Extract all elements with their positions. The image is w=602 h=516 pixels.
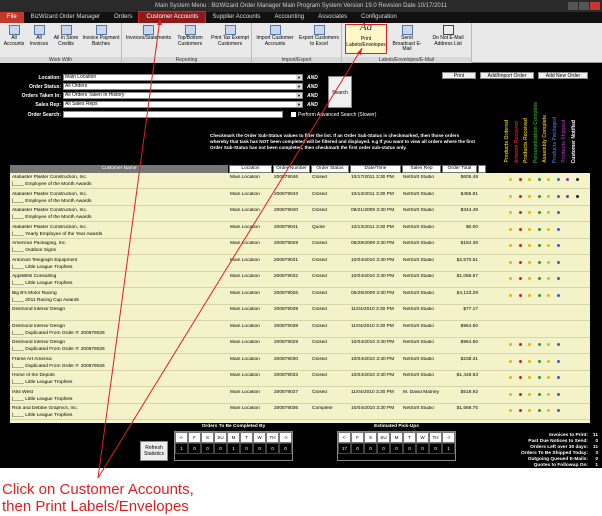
instruction-caption: Click on Customer Accounts, then Print L… [2, 481, 194, 515]
arrowhead-icon [357, 48, 362, 55]
arrow-to-customer-accounts [97, 18, 161, 479]
annotation-arrows [97, 18, 363, 479]
arrow-to-print-labels [97, 47, 363, 479]
